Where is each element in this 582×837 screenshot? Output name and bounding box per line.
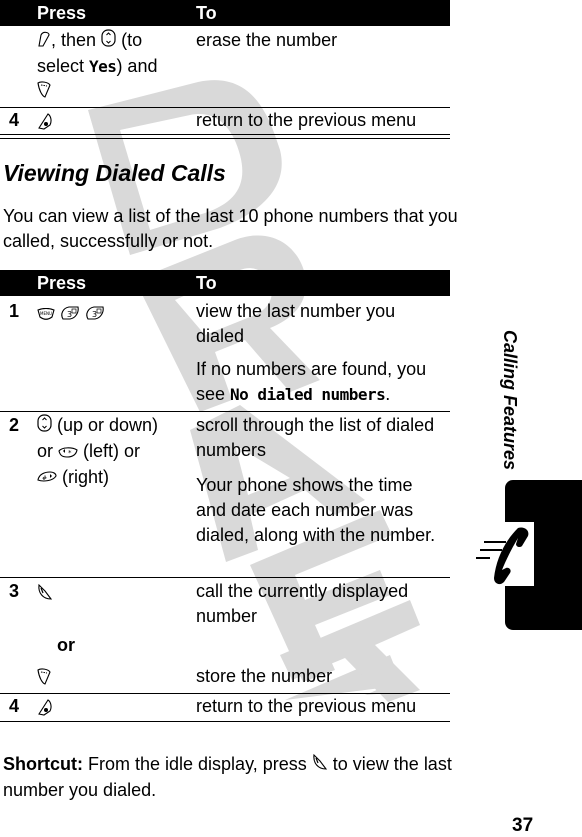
table-row: 2 (up or down) or * (left) or # (right) … [0,412,450,577]
section-title: Viewing Dialed Calls [3,160,226,186]
end-key-icon [37,698,53,723]
display-text: No dialed numbers [230,385,386,404]
header-press: Press [37,3,87,23]
table-row: 3 call the currently displayed number or… [0,578,450,692]
table-row: 4 return to the previous menu [0,694,450,722]
step-number: 2 [9,415,20,435]
to-note: Your phone shows the time and date each … [196,475,436,545]
to-cell: call the currently displayed number [196,581,409,626]
table-bottom-rule [0,138,450,139]
table-row: 1 MENU 3 3 view the last number you dial… [0,296,450,410]
svg-text:*: * [68,449,72,457]
store-key-icon [37,667,51,692]
svg-text:MENU: MENU [40,311,52,316]
chapter-label: Calling Features [500,330,520,471]
table-header: Press To [0,0,450,26]
menu-key-icon: MENU [37,302,55,327]
star-left-key-icon: * [58,440,78,465]
pound-right-key-icon: # [37,465,57,490]
dialed-calls-table: Press To 1 MENU 3 3 view the last number… [0,270,450,722]
to-cell-alt: store the number [196,666,333,686]
to-cell: return to the previous menu [196,696,417,716]
display-text-yes: Yes [89,56,117,76]
send-key-icon [312,753,328,778]
table-continued: Press To , then (to select Yes) and eras… [0,0,450,139]
shortcut-paragraph: Shortcut: From the idle display, press t… [3,753,452,800]
step-number: 1 [9,301,20,321]
table-bottom-rule [0,134,450,135]
send-key-icon [37,583,53,608]
step-number: 3 [9,581,20,601]
store-key-icon [37,80,51,105]
step-number: 4 [9,696,20,716]
table-bottom-rule [0,721,450,722]
page-number: 37 [512,815,534,836]
to-cell: erase the number [196,30,338,50]
svg-text:3: 3 [67,310,72,319]
3-key-icon: 3 [60,302,80,327]
or-label: or [57,635,75,655]
clear-key-icon [37,29,51,54]
header-to: To [196,273,217,293]
svg-text:3: 3 [92,310,97,319]
to-cell: scroll through the list of dialed number… [196,415,435,460]
svg-text:#: # [42,475,47,482]
to-cell: view the last number you dialed [196,301,396,346]
step-number: 4 [9,110,20,130]
press-cell: , then (to select Yes) and [37,28,187,105]
header-to: To [196,3,217,23]
table-header: Press To [0,270,450,296]
phone-icon [476,527,529,585]
end-key-icon [37,112,53,137]
3-key-icon: 3 [85,302,105,327]
table-row: , then (to select Yes) and erase the num… [0,26,450,106]
nav-key-icon [101,29,116,54]
section-intro: You can view a list of the last 10 phone… [3,206,458,251]
header-press: Press [37,273,87,293]
shortcut-label: Shortcut: [3,754,83,774]
to-note: If no numbers are found, you see No dial… [196,359,427,404]
nav-key-icon [37,414,52,439]
table-row: 4 return to the previous menu [0,108,450,136]
to-cell: return to the previous menu [196,110,417,130]
